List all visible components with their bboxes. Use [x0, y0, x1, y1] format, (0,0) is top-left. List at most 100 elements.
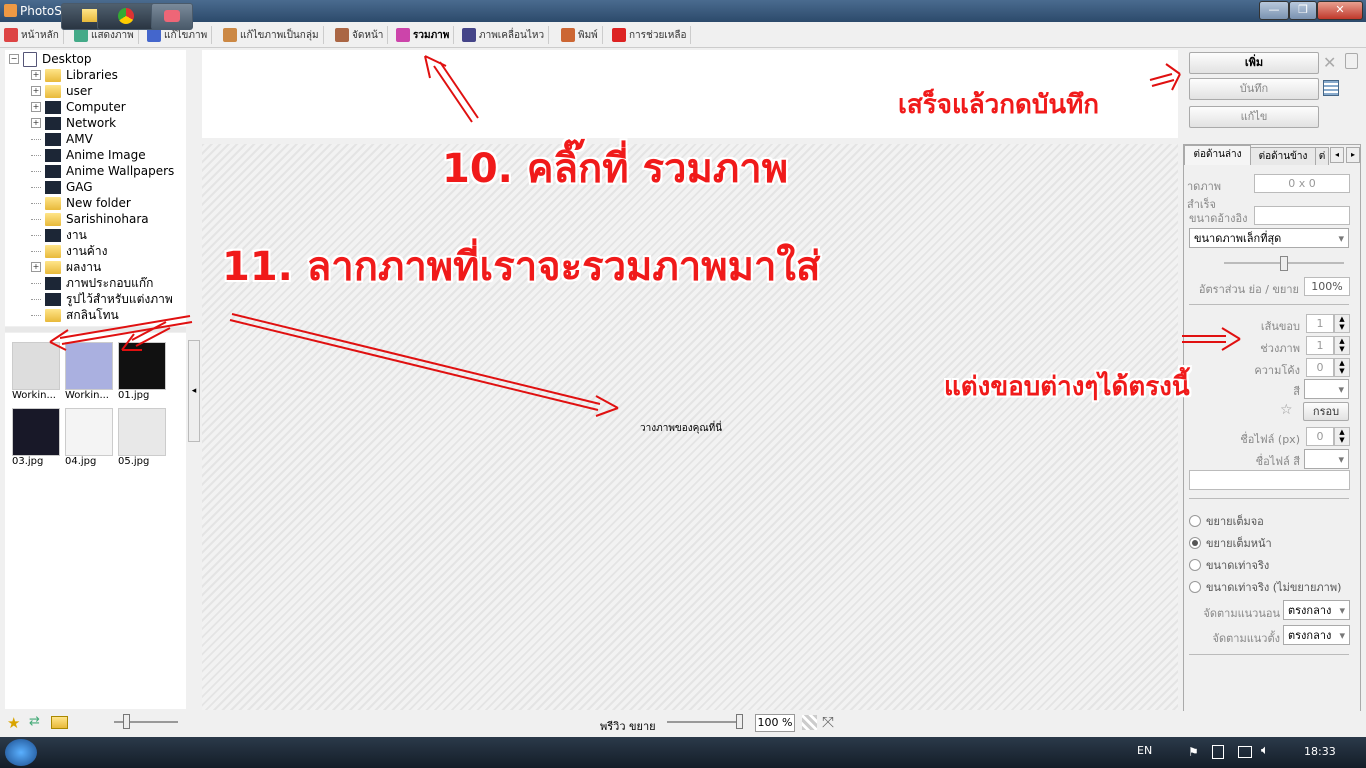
- tree-splitter[interactable]: [5, 327, 186, 332]
- trash-icon[interactable]: [1345, 53, 1358, 69]
- ratio-field[interactable]: 100%: [1304, 277, 1350, 296]
- device-icon[interactable]: [1212, 745, 1224, 759]
- start-button[interactable]: [5, 739, 37, 766]
- ratio-slider-handle[interactable]: [1280, 256, 1288, 271]
- curve-stepper[interactable]: ▲ ▼: [1334, 358, 1350, 377]
- curve-field[interactable]: 0: [1306, 358, 1334, 377]
- menu-item-7[interactable]: พิมพ์: [559, 26, 603, 44]
- expand-icon[interactable]: +: [31, 118, 41, 128]
- gap-stepper[interactable]: ▲ ▼: [1334, 336, 1350, 355]
- expand-icon[interactable]: +: [31, 70, 41, 80]
- menu-item-5[interactable]: รวมภาพ: [394, 26, 455, 44]
- size-mode-select[interactable]: ขนาดภาพเล็กที่สุด: [1189, 228, 1349, 249]
- language-indicator[interactable]: EN: [1137, 744, 1152, 757]
- border-field[interactable]: 1: [1306, 314, 1334, 333]
- tab-scroll-left-icon[interactable]: ◂: [1330, 147, 1344, 163]
- expand-icon[interactable]: +: [31, 102, 41, 112]
- valign-select[interactable]: ตรงกลาง: [1283, 625, 1350, 646]
- tree-item[interactable]: − Desktop: [9, 51, 92, 67]
- minimize-button[interactable]: —: [1259, 1, 1289, 20]
- title-bar: PhotoScape — ❐ ✕: [0, 0, 1366, 22]
- collapse-panel-handle[interactable]: ◂: [188, 340, 200, 442]
- tab-other[interactable]: ต่: [1315, 147, 1329, 165]
- thumb-size-slider-handle[interactable]: [123, 714, 130, 729]
- star-icon[interactable]: ☆: [1280, 402, 1293, 418]
- list-icon[interactable]: [1323, 80, 1339, 96]
- menu-item-6[interactable]: ภาพเคลื่อนไหว: [460, 26, 550, 44]
- tree-item[interactable]: + Network: [31, 115, 116, 131]
- maximize-button[interactable]: ❐: [1289, 1, 1317, 20]
- clock[interactable]: 18:33: [1304, 745, 1336, 758]
- tree-item[interactable]: สกลินโทน: [31, 307, 119, 323]
- layout-radio-3[interactable]: ขนาดเท่าจริง (ไม่ขยายภาพ): [1189, 578, 1341, 596]
- color-picker[interactable]: [1304, 379, 1349, 400]
- zoom-slider[interactable]: [667, 721, 741, 723]
- folder-tree[interactable]: − Desktop + Libraries + user + Computer + Network…: [5, 50, 186, 326]
- tree-item[interactable]: Anime Wallpapers: [31, 163, 174, 179]
- tree-item[interactable]: New folder: [31, 195, 131, 211]
- network-icon[interactable]: [1238, 746, 1252, 758]
- taskbar: [0, 737, 1366, 768]
- thumbnail[interactable]: [12, 342, 60, 390]
- open-folder-icon[interactable]: [51, 716, 68, 729]
- halign-select[interactable]: ตรงกลาง: [1283, 600, 1350, 621]
- expand-icon: [31, 138, 41, 140]
- tab-side[interactable]: ต่อด้านข้าง: [1250, 147, 1316, 165]
- expand-icon[interactable]: −: [9, 54, 19, 64]
- thumbnail[interactable]: [65, 342, 113, 390]
- tab-bottom[interactable]: ต่อด้านล่าง: [1184, 145, 1251, 165]
- thumbnail-label: 01.jpg: [118, 390, 150, 401]
- volume-icon[interactable]: 🔈︎: [1261, 743, 1269, 758]
- tree-item[interactable]: + Computer: [31, 99, 126, 115]
- save-button[interactable]: บันทึก: [1189, 78, 1319, 100]
- thumbnail[interactable]: [65, 408, 113, 456]
- tree-item[interactable]: GAG: [31, 179, 93, 195]
- expand-icon: [31, 282, 41, 284]
- menu-item-3[interactable]: แก้ไขภาพเป็นกลุ่ม: [221, 26, 324, 44]
- tree-item[interactable]: Anime Image: [31, 147, 146, 163]
- taskbar-chrome[interactable]: [97, 3, 157, 30]
- fillet-px-field[interactable]: 0: [1306, 427, 1334, 446]
- zoom-slider-handle[interactable]: [736, 714, 743, 729]
- fit-screen-icon[interactable]: ⤧: [822, 713, 834, 731]
- edit-button[interactable]: แก้ไข: [1189, 106, 1319, 128]
- ref-size-field[interactable]: [1254, 206, 1350, 225]
- fillet-px-stepper[interactable]: ▲ ▼: [1334, 427, 1350, 446]
- tree-item[interactable]: AMV: [31, 131, 93, 147]
- layout-radio-0[interactable]: ขยายเต็มจอ: [1189, 512, 1264, 530]
- tree-item[interactable]: Sarishinohara: [31, 211, 149, 227]
- favorite-star-icon[interactable]: ★: [7, 714, 20, 732]
- border-stepper[interactable]: ▲ ▼: [1334, 314, 1350, 333]
- expand-icon[interactable]: +: [31, 262, 41, 272]
- gap-field[interactable]: 1: [1306, 336, 1334, 355]
- layout-radio-2[interactable]: ขนาดเท่าจริง: [1189, 556, 1269, 574]
- tab-scroll-right-icon[interactable]: ▸: [1346, 147, 1360, 163]
- add-button[interactable]: เพิ่ม: [1189, 52, 1319, 74]
- menu-item-0[interactable]: หน้าหลัก: [2, 26, 64, 44]
- menu-label: หน้าหลัก: [21, 29, 59, 41]
- remove-icon[interactable]: ✕: [1323, 53, 1336, 72]
- thumbnail-panel[interactable]: Workin... Workin... 01.jpg 03.jpg 04.jpg 05.j…: [5, 333, 186, 709]
- tree-item-label: Anime Wallpapers: [66, 164, 175, 178]
- transparency-icon[interactable]: [802, 715, 817, 730]
- refresh-icon[interactable]: ⇄: [29, 714, 40, 729]
- flag-icon[interactable]: ⚑: [1188, 745, 1199, 759]
- close-button[interactable]: ✕: [1317, 1, 1363, 20]
- thumbnail[interactable]: [118, 408, 166, 456]
- fillet-color-picker[interactable]: [1304, 449, 1349, 470]
- zoom-field[interactable]: 100 %: [755, 714, 795, 732]
- layout-radio-1[interactable]: ขยายเต็มหน้า: [1189, 534, 1272, 552]
- menu-item-8[interactable]: การช่วยเหลือ: [610, 26, 692, 44]
- tree-item[interactable]: + Libraries: [31, 67, 118, 83]
- thumbnail[interactable]: [118, 342, 166, 390]
- taskbar-photoscape[interactable]: [151, 3, 193, 30]
- menu-icon: [612, 28, 626, 42]
- frame-button[interactable]: กรอบ: [1303, 402, 1349, 421]
- thumbnail[interactable]: [12, 408, 60, 456]
- radio-label: ขยายเต็มหน้า: [1206, 537, 1272, 550]
- text-field[interactable]: [1189, 470, 1350, 490]
- tree-item[interactable]: + user: [31, 83, 92, 99]
- expand-icon[interactable]: +: [31, 86, 41, 96]
- menu-item-4[interactable]: จัดหน้า: [333, 26, 389, 44]
- expand-icon: [31, 298, 41, 300]
